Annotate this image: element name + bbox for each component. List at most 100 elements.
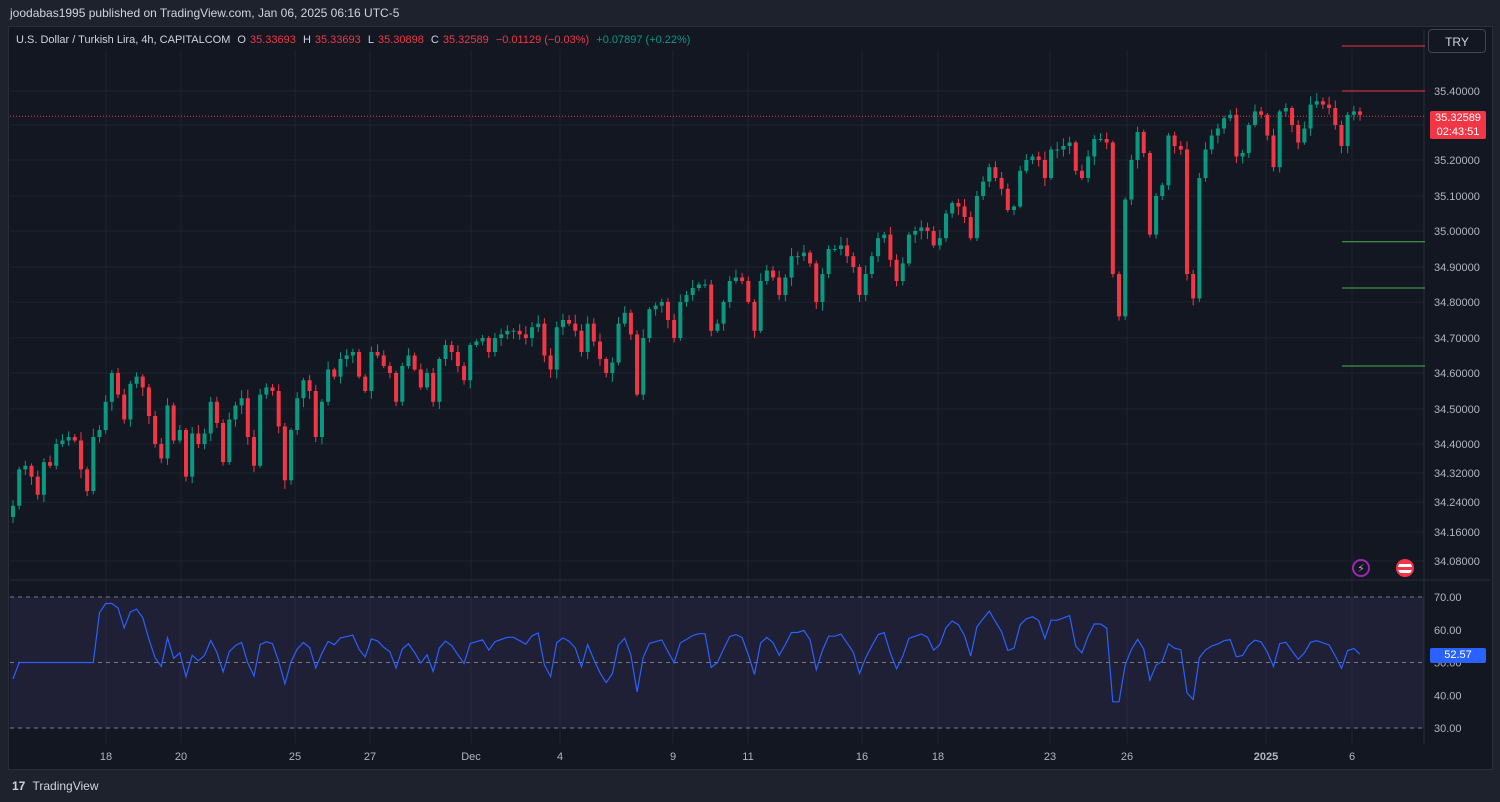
rsi-value-label: 52.57	[1430, 648, 1486, 663]
candle-body	[869, 256, 874, 274]
candle-body	[270, 387, 275, 391]
candle-body	[196, 433, 201, 444]
candle-body	[647, 309, 652, 338]
candle-body	[449, 345, 454, 352]
candle-body	[610, 362, 615, 373]
time-axis: 18 20 25 27 Dec 4 9 11 16 18 23 26 2025 6	[100, 751, 1355, 763]
chart-canvas[interactable]: 34.08000 34.16000 34.24000 34.32000 34.40000…	[0, 0, 1500, 802]
candle-body	[177, 430, 182, 441]
candle-body	[678, 302, 683, 338]
current-price-label: 35.32589 02:43:51	[1430, 111, 1486, 139]
candle-body	[505, 330, 510, 335]
candle-body	[424, 373, 429, 388]
candle-body	[437, 359, 442, 402]
candle-body	[184, 430, 189, 477]
time-tick-label: Dec	[461, 751, 481, 763]
candle-body	[1252, 111, 1257, 125]
candle-body	[530, 327, 535, 338]
candle-body	[1042, 160, 1047, 178]
candle-body	[925, 227, 930, 231]
candle-body	[233, 405, 238, 420]
price-tick-label: 34.08000	[1434, 556, 1480, 568]
candle-body	[1061, 146, 1066, 150]
candle-body	[801, 252, 806, 257]
candle-body	[604, 359, 609, 373]
candle-body	[1357, 111, 1363, 115]
rsi-tick-label: 40.00	[1434, 690, 1462, 702]
price-tick-label: 34.16000	[1434, 527, 1480, 539]
candle-body	[665, 302, 670, 320]
candle-body	[962, 206, 967, 217]
price-axis: 34.08000 34.16000 34.24000 34.32000 34.40000…	[1434, 86, 1480, 568]
candle-body	[1172, 135, 1177, 146]
candle-body	[715, 323, 720, 331]
candle-body	[1290, 108, 1295, 125]
candle-body	[523, 334, 528, 338]
candle-body	[1283, 108, 1288, 112]
candle-body	[746, 281, 751, 302]
candle-body	[400, 366, 405, 402]
candle-body	[1320, 101, 1325, 105]
candle-body	[579, 330, 584, 352]
candle-body	[251, 437, 256, 466]
candle-body	[950, 203, 955, 214]
candle-body	[542, 323, 547, 356]
lightning-icon[interactable]: ⚡	[1352, 559, 1370, 577]
candle-body	[733, 277, 738, 281]
candle-body	[190, 433, 195, 477]
time-tick-label: 4	[557, 751, 563, 763]
candle-body	[474, 341, 479, 345]
tradingview-logo-icon: 17	[12, 779, 26, 793]
candle-body	[1129, 160, 1134, 200]
currency-button[interactable]: TRY	[1428, 29, 1486, 53]
candle-body	[1339, 125, 1344, 146]
candle-body	[1259, 111, 1264, 115]
legend-c-label: C	[430, 34, 439, 46]
candle-body	[134, 376, 139, 384]
candle-body	[258, 394, 263, 466]
candle-body	[764, 270, 769, 281]
candle-body	[443, 345, 448, 359]
time-tick-label: 27	[364, 751, 376, 763]
candle-body	[999, 178, 1004, 189]
legend-high: 35.33693	[314, 34, 361, 46]
candle-body	[517, 330, 522, 335]
candle-body	[116, 373, 121, 395]
rsi-tick-label: 30.00	[1434, 723, 1462, 735]
candle-body	[536, 323, 541, 328]
candle-body	[159, 444, 164, 459]
candle-body	[882, 234, 887, 239]
candle-body	[1166, 135, 1171, 186]
legend-low: 35.30898	[377, 34, 424, 46]
candle-body	[35, 476, 40, 495]
candle-body	[1215, 128, 1220, 136]
us-flag-icon[interactable]	[1396, 559, 1414, 577]
candle-body	[845, 245, 850, 257]
candle-body	[567, 320, 572, 324]
candle-body	[221, 423, 226, 463]
candle-body	[363, 376, 368, 391]
rsi-pane: 30.0040.0050.0060.0070.00	[10, 592, 1462, 735]
candle-body	[418, 369, 423, 388]
price-tick-label: 35.40000	[1434, 86, 1480, 98]
candle-body	[931, 231, 936, 246]
time-tick-label: 16	[856, 751, 868, 763]
candle-body	[1308, 104, 1313, 129]
candle-body	[876, 238, 881, 257]
candle-body	[628, 312, 633, 335]
candle-body	[832, 249, 837, 250]
candle-body	[1191, 274, 1196, 299]
footer-brand[interactable]: TradingView	[32, 779, 98, 793]
price-tick-label: 34.50000	[1434, 404, 1480, 416]
candle-body	[289, 430, 294, 481]
candle-body	[17, 469, 22, 506]
candle-body	[696, 284, 701, 288]
candle-body	[721, 302, 726, 324]
candle-body	[789, 256, 794, 278]
candle-body	[1209, 135, 1214, 150]
candle-body	[455, 352, 460, 366]
price-tick-label: 34.90000	[1434, 262, 1480, 274]
current-price-value: 35.32589	[1435, 112, 1481, 124]
candle-body	[894, 259, 899, 281]
candle-body	[103, 401, 108, 430]
